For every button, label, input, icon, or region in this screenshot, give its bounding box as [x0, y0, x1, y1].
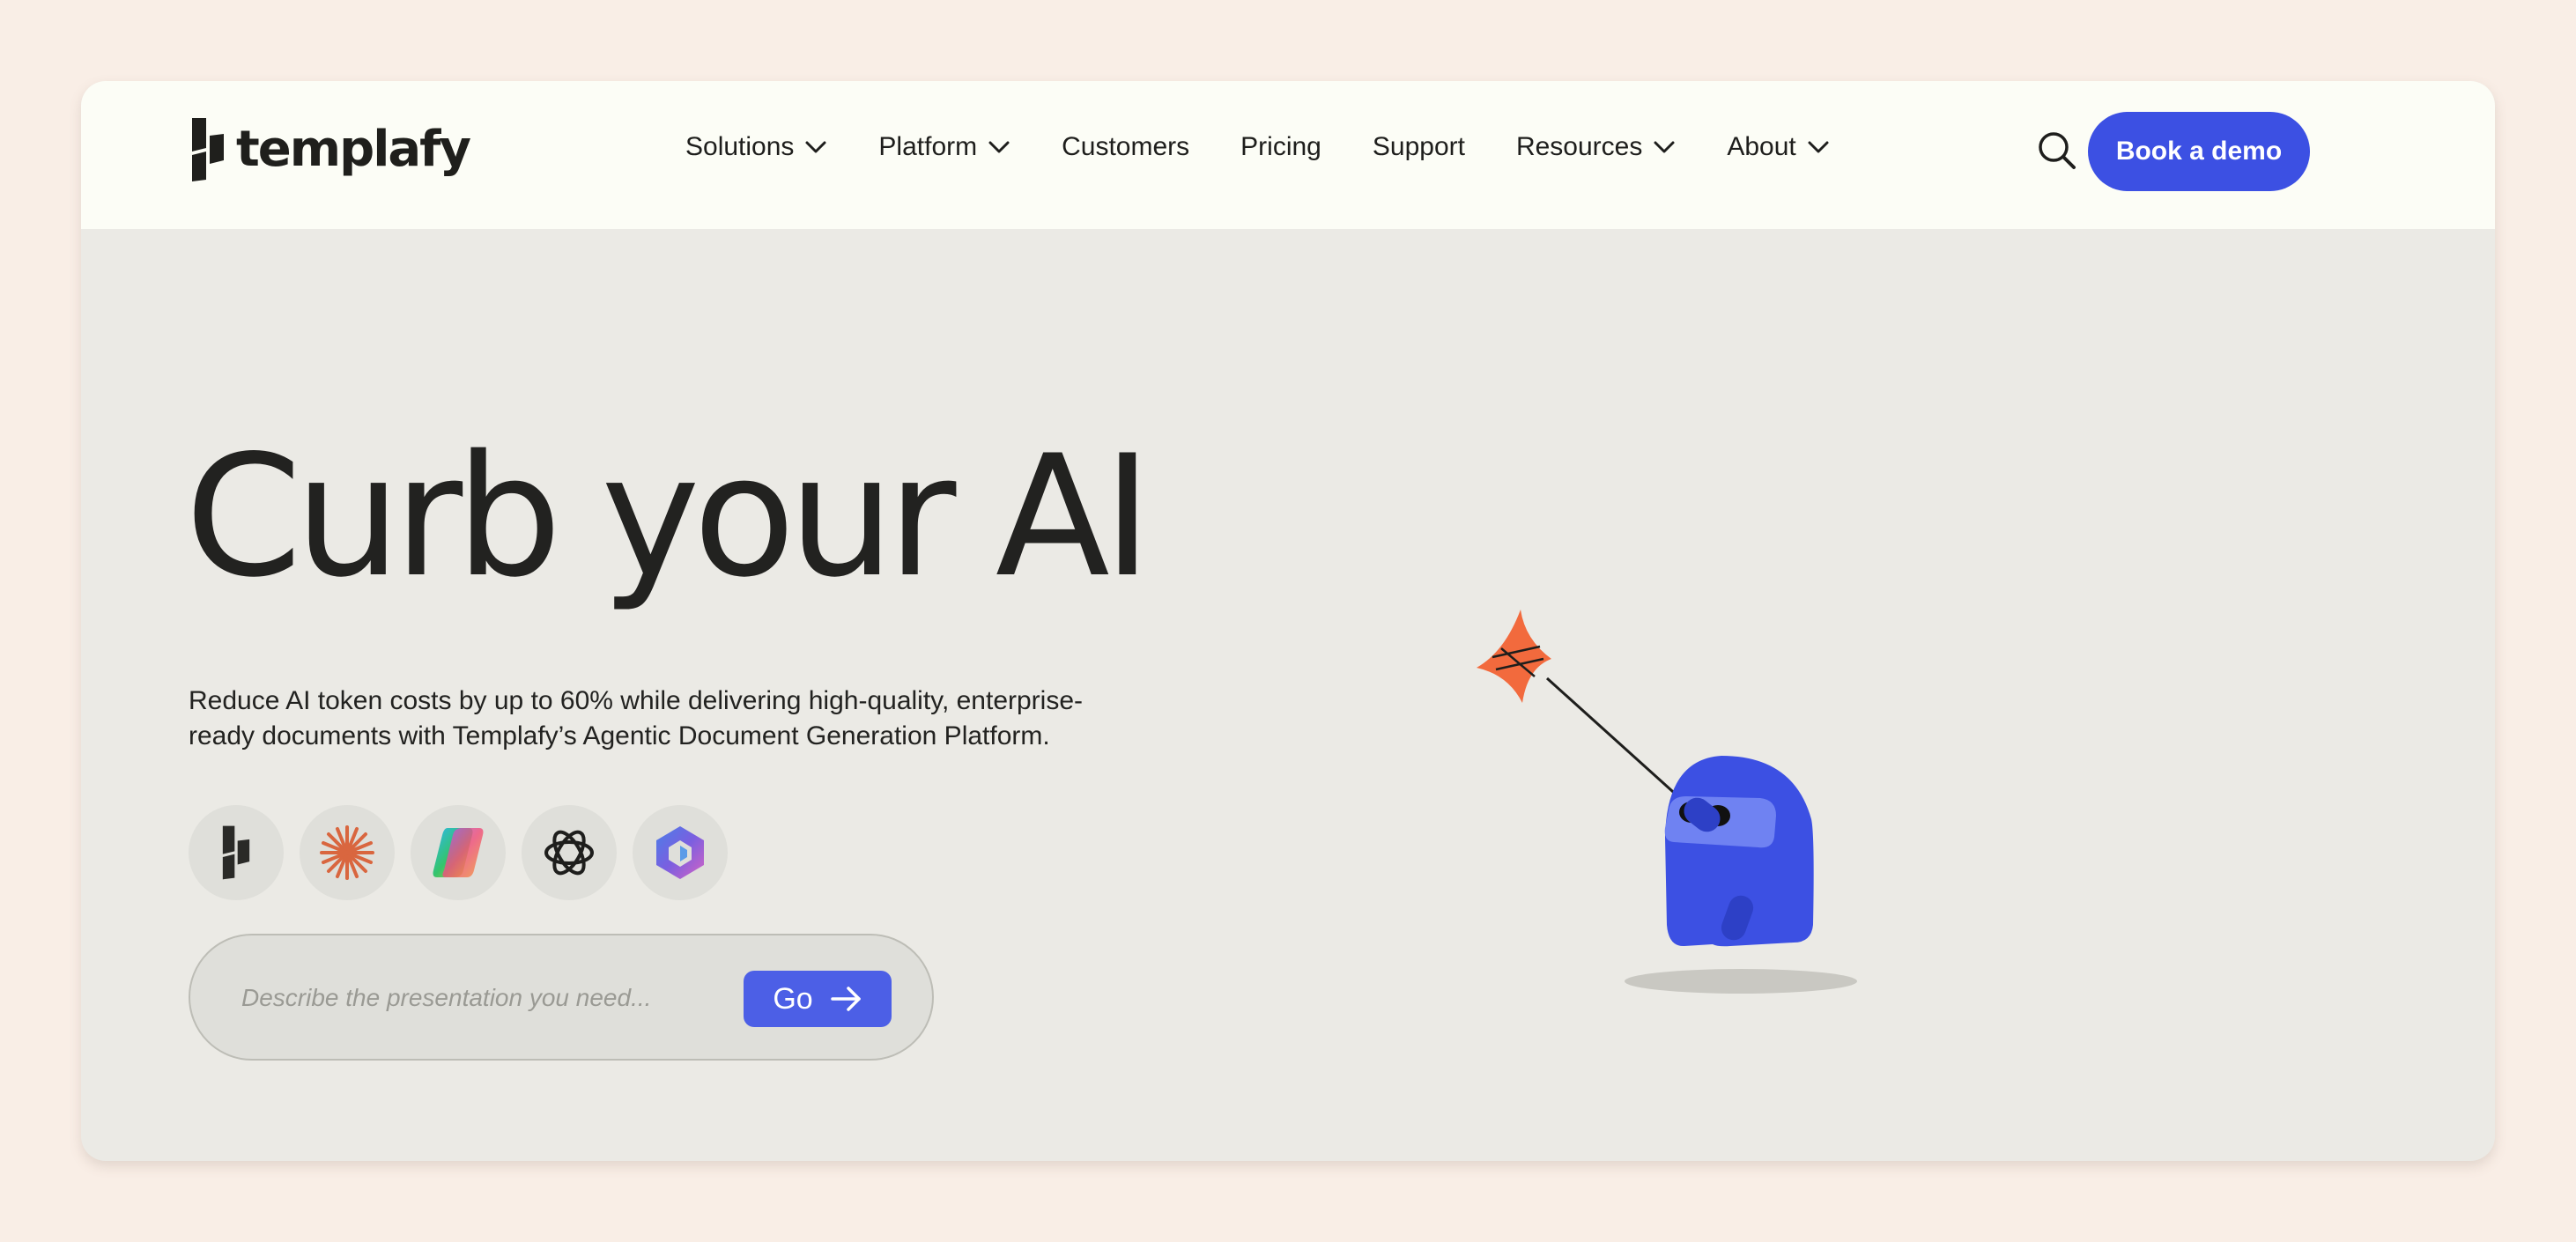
chevron-down-icon	[1808, 141, 1829, 153]
arrow-right-icon	[830, 987, 861, 1011]
kite-string	[1545, 676, 1691, 809]
robot-kite-illustration	[1477, 610, 1857, 994]
nav-item-platform[interactable]: Platform	[878, 132, 1010, 162]
nav-item-label: Support	[1372, 132, 1465, 161]
logo-wordmark: templafy	[236, 121, 471, 178]
nav-item-label: Platform	[878, 132, 978, 161]
hero-subtitle: Reduce AI token costs by up to 60% while…	[189, 686, 1084, 750]
search-icon	[2039, 132, 2076, 169]
hero-title: Curb your AI	[185, 419, 1152, 614]
nav-item-label: Customers	[1062, 132, 1190, 161]
claude-icon[interactable]	[300, 805, 395, 900]
nav-item-support[interactable]: Support	[1373, 132, 1465, 162]
copilot-icon[interactable]	[411, 805, 506, 900]
hero-card: templafy Solutions Platform Customers Prici…	[81, 81, 2495, 1161]
nav-item-solutions[interactable]: Solutions	[685, 132, 827, 162]
templafy-logo[interactable]: templafy	[189, 116, 471, 183]
go-button-label: Go	[773, 981, 813, 1016]
nav-item-label: About	[1727, 132, 1796, 161]
mascot-shadow	[1625, 969, 1857, 994]
prompt-form: Go	[189, 934, 934, 1061]
nav-item-label: Pricing	[1240, 132, 1321, 161]
ai-integrations-row	[189, 805, 744, 900]
go-button[interactable]: Go	[744, 971, 892, 1027]
kite-icon	[1477, 610, 1551, 703]
search-button[interactable]	[2037, 130, 2077, 175]
nav-item-about[interactable]: About	[1727, 132, 1829, 162]
chevron-down-icon	[1654, 141, 1675, 153]
nav-item-label: Resources	[1515, 132, 1643, 161]
main-nav: Solutions Platform Customers Pricing Support…	[685, 132, 1881, 162]
nav-item-resources[interactable]: Resources	[1516, 132, 1676, 162]
templafy-logo-icon	[192, 118, 224, 181]
microsoft365-icon[interactable]	[633, 805, 728, 900]
openai-icon[interactable]	[522, 805, 617, 900]
chevron-down-icon	[805, 141, 826, 153]
templafy-icon[interactable]	[189, 805, 284, 900]
nav-item-pricing[interactable]: Pricing	[1240, 132, 1321, 162]
nav-item-customers[interactable]: Customers	[1062, 132, 1189, 162]
book-demo-button[interactable]: Book a demo	[2088, 112, 2310, 191]
top-navbar: templafy Solutions Platform Customers Prici…	[81, 81, 2495, 229]
prompt-input[interactable]	[240, 972, 710, 1024]
nav-item-label: Solutions	[685, 132, 795, 161]
chevron-down-icon	[988, 141, 1010, 153]
